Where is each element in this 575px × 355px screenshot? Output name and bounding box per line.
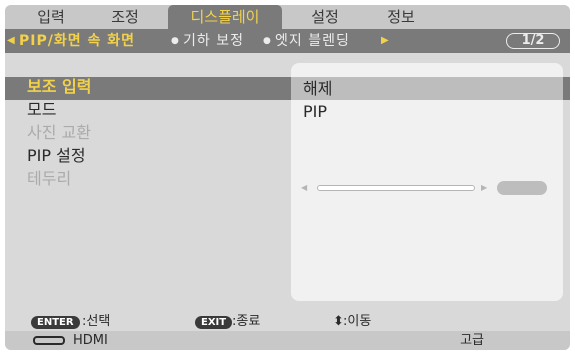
slider-value-box bbox=[497, 181, 547, 195]
separator-dot-icon: ● bbox=[171, 36, 179, 46]
menu-item-mode[interactable]: 모드 bbox=[27, 98, 277, 121]
menu-item-border: 테두리 bbox=[27, 169, 72, 188]
left-arrow-icon[interactable]: ◀ bbox=[7, 29, 15, 53]
tab-adjust[interactable]: 조정 bbox=[97, 5, 153, 29]
enter-key-label: :선택 bbox=[82, 314, 111, 329]
input-source: HDMI bbox=[73, 333, 108, 348]
exit-key-label: :종료 bbox=[232, 314, 261, 329]
page-indicator: 1/2 bbox=[506, 33, 560, 49]
right-arrow-icon[interactable]: ▶ bbox=[381, 29, 389, 53]
submenu-bar: ◀ PIP/화면 속 화면 ● 기하 보정 ● 엣지 블렌딩 ▶ 1/2 bbox=[5, 29, 570, 53]
hdmi-connector-icon bbox=[33, 336, 65, 345]
menu-item-picture-swap: 사진 교환 bbox=[27, 123, 91, 142]
tab-info[interactable]: 정보 bbox=[373, 5, 429, 29]
menu-list: 보조 입력 모드 사진 교환 PIP 설정 테두리 bbox=[27, 75, 277, 190]
menu-level: 고급 bbox=[460, 333, 484, 348]
projector-menu: 입력 조정 디스플레이 설정 정보 ◀ PIP/화면 속 화면 ● 기하 보정 … bbox=[5, 5, 570, 350]
tab-display[interactable]: 디스플레이 bbox=[168, 5, 282, 31]
enter-key-badge: ENTER bbox=[31, 316, 80, 329]
slider-track bbox=[317, 185, 475, 191]
menu-content: 보조 입력 모드 사진 교환 PIP 설정 테두리 해제 PIP ◀ ▶ bbox=[5, 53, 570, 313]
tab-bar: 입력 조정 디스플레이 설정 정보 bbox=[5, 5, 570, 31]
menu-item-sub-input[interactable]: 보조 입력 bbox=[27, 75, 277, 98]
slider-left-arrow-icon: ◀ bbox=[301, 183, 308, 192]
tab-setup[interactable]: 설정 bbox=[297, 5, 353, 29]
status-bar: HDMI 고급 bbox=[5, 331, 570, 350]
separator-dot-icon: ● bbox=[263, 36, 271, 46]
submenu-pip[interactable]: PIP/화면 속 화면 bbox=[19, 29, 135, 53]
key-hints: ENTER :선택 EXIT :종료 ⬍ :이동 bbox=[5, 313, 570, 331]
value-panel: 해제 PIP ◀ ▶ bbox=[291, 63, 563, 301]
border-slider: ◀ ▶ bbox=[299, 181, 555, 195]
tab-input[interactable]: 입력 bbox=[23, 5, 79, 29]
submenu-geometric-correction[interactable]: 기하 보정 bbox=[183, 29, 244, 53]
option-pip[interactable]: PIP bbox=[291, 100, 563, 123]
option-off[interactable]: 해제 bbox=[291, 77, 563, 100]
move-label: :이동 bbox=[343, 314, 372, 329]
exit-key-badge: EXIT bbox=[195, 316, 233, 329]
menu-item-pip-setting[interactable]: PIP 설정 bbox=[27, 144, 277, 167]
submenu-edge-blending[interactable]: 엣지 블렌딩 bbox=[275, 29, 350, 53]
slider-right-arrow-icon: ▶ bbox=[481, 183, 488, 192]
